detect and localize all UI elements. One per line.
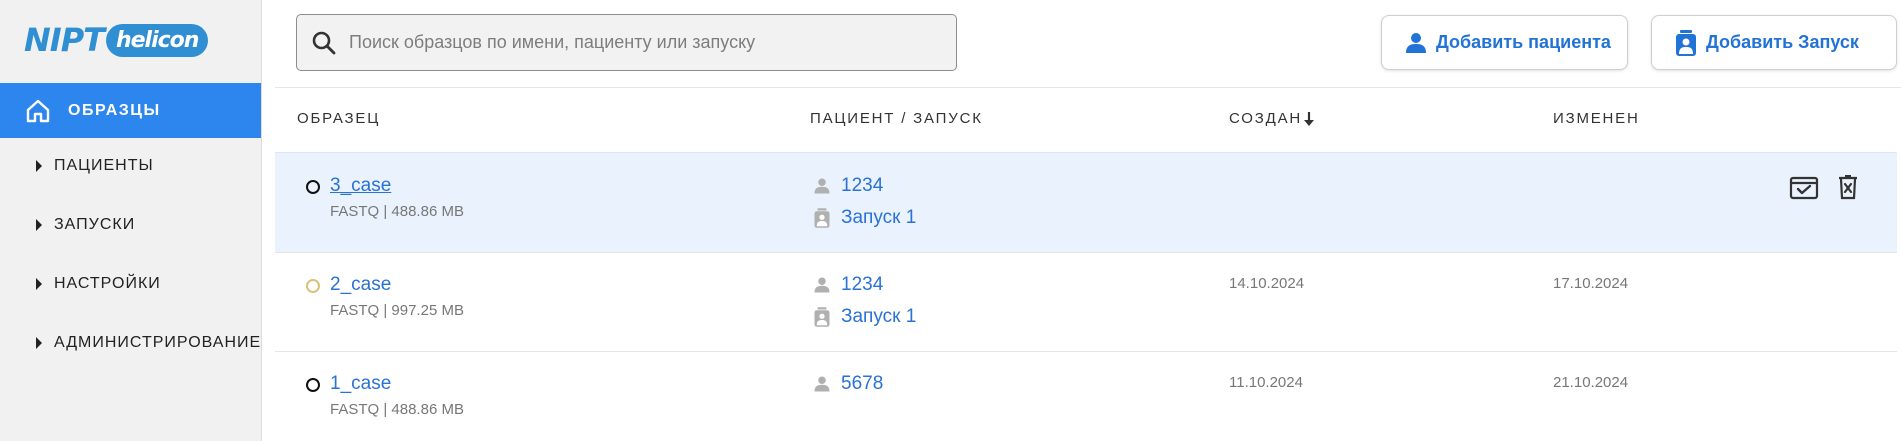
app-logo[interactable]: NIPT helicon — [24, 20, 209, 60]
sidebar-item-runs[interactable]: ЗАПУСКИ — [36, 213, 135, 237]
user-icon — [813, 375, 831, 393]
patient-id: 1234 — [841, 274, 884, 295]
home-icon — [24, 97, 52, 125]
run-icon — [813, 306, 831, 328]
search-box — [296, 14, 957, 71]
sidebar-item-label: НАСТРОЙКИ — [54, 275, 161, 292]
table-row[interactable]: 2_case FASTQ | 997.25 MB 1234 Запуск 1 1… — [275, 253, 1897, 352]
search-input[interactable] — [349, 32, 949, 53]
status-dot — [306, 378, 320, 392]
chevron-right-icon — [36, 278, 42, 290]
sidebar-item-label: ОБРАЗЦЫ — [68, 101, 161, 119]
divider — [275, 87, 1901, 88]
patient-link[interactable]: 5678 — [813, 373, 883, 395]
sample-name-link[interactable]: 1_case — [330, 373, 391, 395]
patient-link[interactable]: 1234 — [813, 274, 883, 296]
user-icon — [813, 276, 831, 294]
sidebar-item-patients[interactable]: ПАЦИЕНТЫ — [36, 154, 154, 178]
sample-meta: FASTQ | 488.86 MB — [330, 203, 464, 220]
column-header-label: СОЗДАН — [1229, 110, 1303, 127]
sidebar-item-label: ЗАПУСКИ — [54, 216, 136, 233]
created-date: 11.10.2024 — [1229, 374, 1303, 391]
sidebar-item-settings[interactable]: НАСТРОЙКИ — [36, 272, 161, 296]
run-link[interactable]: Запуск 1 — [813, 306, 916, 328]
sidebar-item-administration[interactable]: АДМИНИСТРИРОВАНИЕ — [36, 331, 261, 355]
sample-name-link[interactable]: 2_case — [330, 274, 391, 296]
arrow-down-icon — [1303, 111, 1315, 127]
column-header-sample[interactable]: ОБРАЗЕЦ — [297, 110, 380, 127]
sample-meta: FASTQ | 488.86 MB — [330, 401, 464, 418]
search-icon — [311, 30, 337, 56]
logo-nipt-text: NIPT — [24, 21, 105, 59]
run-icon — [1674, 29, 1698, 57]
sidebar-item-samples[interactable]: ОБРАЗЦЫ — [0, 83, 261, 138]
patient-link[interactable]: 1234 — [813, 175, 883, 197]
status-dot — [306, 180, 320, 194]
approve-icon[interactable] — [1789, 175, 1819, 201]
sidebar: NIPT helicon ОБРАЗЦЫ ПАЦИЕНТЫ ЗАПУСКИ НА… — [0, 0, 262, 441]
app-root: NIPT helicon ОБРАЗЦЫ ПАЦИЕНТЫ ЗАПУСКИ НА… — [0, 0, 1901, 441]
chevron-right-icon — [36, 337, 42, 349]
chevron-right-icon — [36, 160, 42, 172]
run-name: Запуск 1 — [841, 306, 917, 327]
table-row[interactable]: 3_case FASTQ | 488.86 MB 1234 Запуск 1 — [275, 152, 1897, 253]
run-link[interactable]: Запуск 1 — [813, 207, 916, 229]
column-header-patient-run[interactable]: ПАЦИЕНТ / ЗАПУСК — [810, 110, 983, 127]
sidebar-item-label: ПАЦИЕНТЫ — [54, 157, 154, 174]
sample-meta: FASTQ | 997.25 MB — [330, 302, 464, 319]
status-dot — [306, 279, 320, 293]
column-header-created[interactable]: СОЗДАН — [1229, 110, 1315, 127]
column-header-modified[interactable]: ИЗМЕНЕН — [1553, 110, 1640, 127]
modified-date: 17.10.2024 — [1553, 275, 1629, 292]
add-run-label: Добавить Запуск — [1706, 32, 1859, 52]
sample-name-link[interactable]: 3_case — [330, 175, 391, 197]
add-patient-button[interactable]: Добавить пациента — [1381, 15, 1628, 70]
modified-date: 21.10.2024 — [1553, 374, 1629, 391]
user-icon — [813, 177, 831, 195]
run-name: Запуск 1 — [841, 207, 917, 228]
patient-id: 5678 — [841, 373, 884, 394]
created-date: 14.10.2024 — [1229, 275, 1305, 292]
add-run-button[interactable]: Добавить Запуск — [1651, 15, 1897, 70]
delete-icon[interactable] — [1836, 173, 1860, 201]
run-icon — [813, 207, 831, 229]
table-row[interactable]: 1_case FASTQ | 488.86 MB 5678 11.10.2024… — [275, 352, 1897, 441]
logo-helicon-badge: helicon — [105, 23, 209, 57]
user-icon — [1404, 31, 1428, 55]
patient-id: 1234 — [841, 175, 884, 196]
chevron-right-icon — [36, 219, 42, 231]
add-patient-label: Добавить пациента — [1436, 32, 1611, 52]
sidebar-item-label: АДМИНИСТРИРОВАНИЕ — [54, 334, 262, 351]
